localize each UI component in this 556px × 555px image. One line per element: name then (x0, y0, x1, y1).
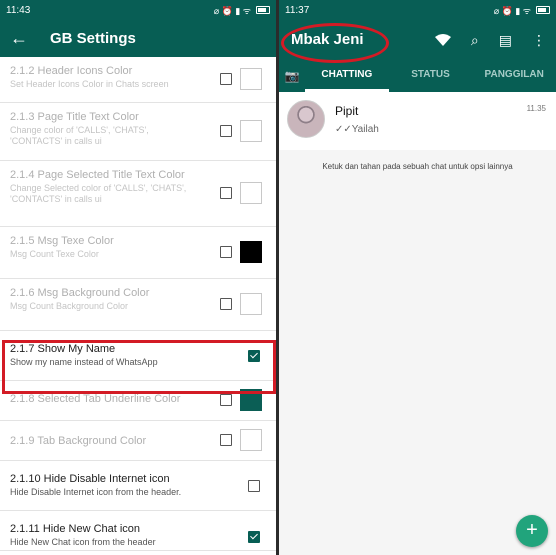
setting-row-msg-texe-color[interactable]: 2.1.5 Msg Texe Color Msg Count Texe Colo… (0, 227, 276, 279)
hint-text: Ketuk dan tahan pada sebuah chat untuk o… (279, 162, 556, 171)
setting-row-msg-background-color[interactable]: 2.1.6 Msg Background Color Msg Count Bac… (0, 279, 276, 331)
page-title: GB Settings (50, 30, 136, 47)
setting-row-header-icons-color[interactable]: 2.1.2 Header Icons Color Set Header Icon… (0, 57, 276, 103)
tab-status[interactable]: STATUS (389, 60, 473, 92)
status-bar: 11:37 ⌀ ⏰ ▮ ᯤ (279, 0, 556, 20)
color-swatch[interactable] (240, 241, 262, 263)
color-swatch[interactable] (240, 120, 262, 142)
tab-bar: 📷 CHATTING STATUS PANGGILAN (279, 60, 556, 92)
setting-checkbox-checked[interactable] (248, 531, 260, 543)
setting-checkbox[interactable] (220, 187, 232, 199)
tab-chatting[interactable]: CHATTING (305, 60, 389, 92)
setting-checkbox-checked[interactable] (248, 350, 260, 362)
new-chat-fab[interactable]: + (516, 515, 548, 547)
color-swatch[interactable] (240, 182, 262, 204)
back-arrow-icon[interactable]: ← (10, 28, 38, 49)
highlight-ellipse (281, 23, 389, 63)
setting-checkbox[interactable] (220, 298, 232, 310)
tab-calls[interactable]: PANGGILAN (472, 60, 556, 92)
color-swatch[interactable] (240, 293, 262, 315)
color-swatch[interactable] (240, 429, 262, 451)
setting-checkbox[interactable] (220, 394, 232, 406)
name-wrap: Mbak Jeni (281, 23, 389, 63)
wifi-icon[interactable] (434, 34, 451, 46)
setting-row-selected-tab-underline-color[interactable]: 2.1.8 Selected Tab Underline Color (0, 381, 276, 421)
camera-icon[interactable]: 📷 (279, 69, 305, 83)
setting-subtitle: Hide New Chat icon from the header (10, 537, 156, 547)
status-icons: ⌀ ⏰ ▮ ᯤ (214, 4, 270, 17)
chat-time: 11.35 (526, 104, 546, 113)
setting-checkbox[interactable] (248, 480, 260, 492)
setting-title: 2.1.3 Page Title Text Color (10, 111, 139, 123)
setting-row-show-my-name[interactable]: 2.1.7 Show My Name Show my name instead … (0, 331, 276, 381)
setting-subtitle: Change color of 'CALLS', 'CHATS', 'CONTA… (10, 125, 149, 146)
whatsapp-main-screen: 11:37 ⌀ ⏰ ▮ ᯤ Mbak Jeni ⌕ ▤ ⋮ 📷 CHATTING… (279, 0, 556, 555)
status-time: 11:37 (285, 4, 310, 16)
menu-icon[interactable]: ⋮ (532, 32, 546, 49)
setting-title: 2.1.4 Page Selected Title Text Color (10, 169, 185, 181)
status-icons: ⌀ ⏰ ▮ ᯤ (494, 4, 550, 17)
setting-row-page-title-text-color[interactable]: 2.1.3 Page Title Text Color Change color… (0, 103, 276, 161)
new-chat-icon[interactable]: ▤ (499, 32, 512, 49)
setting-subtitle: Change Selected color of 'CALLS', 'CHATS… (10, 183, 187, 204)
settings-list: 2.1.2 Header Icons Color Set Header Icon… (0, 57, 276, 551)
setting-checkbox[interactable] (220, 246, 232, 258)
header-icons: ⌕ ▤ ⋮ (434, 32, 546, 49)
setting-checkbox[interactable] (220, 73, 232, 85)
avatar[interactable] (287, 100, 325, 138)
setting-checkbox[interactable] (220, 125, 232, 137)
setting-row-tab-background-color[interactable]: 2.1.9 Tab Background Color (0, 421, 276, 461)
status-time: 11:43 (6, 4, 31, 16)
setting-subtitle: Msg Count Background Color (10, 301, 129, 311)
battery-icon (536, 6, 550, 14)
setting-subtitle: Set Header Icons Color in Chats screen (10, 79, 169, 89)
app-bar: ← GB Settings (0, 20, 276, 57)
setting-subtitle: Msg Count Texe Color (10, 249, 99, 259)
setting-title: 2.1.7 Show My Name (10, 343, 116, 355)
setting-row-hide-disable-internet-icon[interactable]: 2.1.10 Hide Disable Internet icon Hide D… (0, 461, 276, 511)
setting-checkbox[interactable] (220, 434, 232, 446)
setting-row-hide-new-chat-icon[interactable]: 2.1.11 Hide New Chat icon Hide New Chat … (0, 511, 276, 551)
status-bar: 11:43 ⌀ ⏰ ▮ ᯤ (0, 0, 276, 20)
chat-last-message: ✓✓Yailah (335, 124, 379, 135)
setting-row-page-selected-title-color[interactable]: 2.1.4 Page Selected Title Text Color Cha… (0, 161, 276, 227)
chat-meta: Pipit ✓✓Yailah (335, 100, 379, 142)
setting-subtitle: Show my name instead of WhatsApp (10, 357, 158, 367)
header-row: Mbak Jeni ⌕ ▤ ⋮ (279, 20, 556, 63)
setting-title: 2.1.11 Hide New Chat icon (10, 523, 141, 535)
search-icon[interactable]: ⌕ (471, 32, 479, 49)
chat-name: Pipit (335, 104, 359, 118)
chat-list-item[interactable]: Pipit ✓✓Yailah 11.35 (279, 92, 556, 150)
setting-subtitle: Hide Disable Internet icon from the head… (10, 487, 182, 497)
gb-settings-screen: 11:43 ⌀ ⏰ ▮ ᯤ ← GB Settings 2.1.2 Header… (0, 0, 276, 555)
setting-title: 2.1.10 Hide Disable Internet icon (10, 473, 170, 485)
color-swatch[interactable] (240, 389, 262, 411)
app-header: Mbak Jeni ⌕ ▤ ⋮ 📷 CHATTING STATUS PANGGI… (279, 20, 556, 92)
color-swatch[interactable] (240, 68, 262, 90)
screenshot-composite: 11:43 ⌀ ⏰ ▮ ᯤ ← GB Settings 2.1.2 Header… (0, 0, 556, 555)
battery-icon (256, 6, 270, 14)
